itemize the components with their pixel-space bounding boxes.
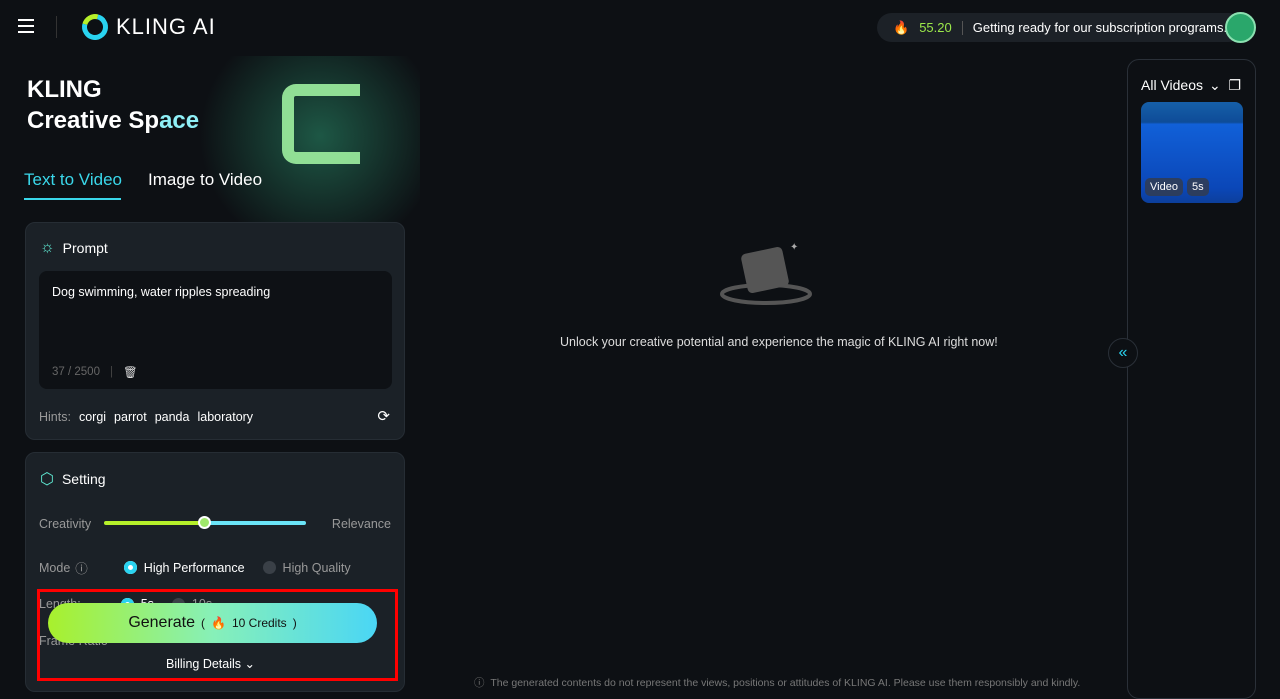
- prompt-title: Prompt: [62, 240, 108, 256]
- brand-name: KLING AI: [116, 14, 216, 39]
- tab-image-to-video[interactable]: Image to Video: [148, 170, 262, 190]
- trash-icon[interactable]: 🗑: [123, 365, 138, 379]
- video-thumbnail[interactable]: Video 5s: [1141, 102, 1243, 203]
- avatar[interactable]: [1225, 12, 1256, 43]
- play-logo-icon: [282, 84, 360, 164]
- svg-text:✦: ✦: [790, 242, 798, 253]
- hint-chip[interactable]: laboratory: [197, 410, 253, 424]
- top-bar: KLING AI 🔥 55.20 Getting ready for our sub…: [0, 0, 1280, 56]
- char-count: 37 / 2500: [52, 366, 100, 378]
- slider-handle[interactable]: [198, 516, 211, 529]
- credits-banner[interactable]: 🔥 55.20 Getting ready for our subscription…: [877, 13, 1244, 42]
- video-sidebar: All Videos ⌄ ❐ Video 5s: [1127, 59, 1256, 699]
- empty-gallery-icon: ✦: [720, 242, 812, 305]
- page-subtitle: Creative Space: [27, 107, 200, 134]
- billing-details-toggle[interactable]: Billing Details ⌄: [166, 656, 255, 671]
- hint-chip[interactable]: corgi: [79, 410, 106, 424]
- divider: [56, 16, 57, 38]
- sun-icon: ☼: [40, 239, 55, 256]
- setting-title: Setting: [61, 471, 106, 487]
- chevron-down-icon: ⌄: [1209, 77, 1221, 93]
- hexagon-icon: ⬡: [40, 471, 54, 488]
- refresh-icon[interactable]: ⟳: [377, 407, 390, 425]
- kling-logo-icon: [77, 9, 113, 45]
- chevron-down-icon: ⌄: [244, 657, 255, 671]
- hint-chip[interactable]: parrot: [114, 410, 147, 424]
- active-tab-indicator: [24, 198, 121, 200]
- collapse-sidebar-icon[interactable]: «: [1108, 338, 1138, 368]
- hints: Hints: corgi parrot panda laboratory: [39, 410, 254, 424]
- type-badge: Video: [1145, 178, 1183, 196]
- tab-text-to-video[interactable]: Text to Video: [24, 170, 122, 190]
- empty-state-text: Unlock your creative potential and exper…: [560, 335, 998, 349]
- duration-badge: 5s: [1187, 178, 1209, 196]
- prompt-card: ☼ Prompt Dog swimming, water ripples spre…: [25, 222, 405, 440]
- mode-high-performance[interactable]: High Performance: [123, 561, 245, 575]
- mode-high-quality[interactable]: High Quality: [262, 561, 351, 575]
- subscription-notice: Getting ready for our subscription progr…: [972, 20, 1228, 35]
- logo[interactable]: KLING AI: [77, 9, 216, 45]
- disclaimer: ⓘ The generated contents do not represen…: [474, 677, 1081, 689]
- menu-icon[interactable]: [18, 19, 34, 33]
- flame-icon: 🔥: [211, 616, 226, 630]
- all-videos-dropdown[interactable]: All Videos ⌄: [1141, 77, 1221, 94]
- multi-select-icon[interactable]: ❐: [1228, 77, 1241, 94]
- hint-chip[interactable]: panda: [155, 410, 190, 424]
- creativity-label: Creativity: [39, 517, 92, 531]
- flame-icon: 🔥: [893, 19, 910, 35]
- prompt-input[interactable]: Dog swimming, water ripples spreading 37…: [39, 271, 392, 389]
- credit-balance: 55.20: [919, 20, 952, 35]
- page-title: KLING: [27, 76, 102, 103]
- relevance-label: Relevance: [331, 517, 391, 531]
- info-icon[interactable]: ⓘ: [75, 558, 88, 577]
- mode-label: Mode: [39, 560, 71, 575]
- generate-button[interactable]: Generate(🔥 10 Credits): [48, 603, 377, 643]
